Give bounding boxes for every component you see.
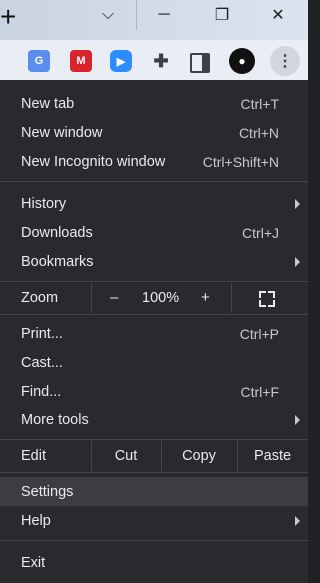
menu-item-label: New Incognito window: [21, 153, 166, 170]
menu-item-new-tab[interactable]: New tab Ctrl+T: [0, 89, 308, 118]
close-window-button[interactable]: ✕: [250, 0, 306, 30]
paste-button[interactable]: Paste: [237, 448, 308, 464]
zoom-level-value: 100%: [142, 290, 180, 306]
new-tab-plus-icon[interactable]: +: [0, 3, 16, 31]
submenu-arrow-icon: [295, 198, 300, 209]
edit-row: Edit Cut Copy Paste: [0, 441, 308, 471]
zoom-out-button[interactable]: –: [110, 289, 118, 306]
zoom-in-button[interactable]: +: [201, 289, 210, 306]
menu-item-history[interactable]: History: [0, 189, 308, 218]
menu-item-label: Downloads: [21, 224, 93, 241]
tab-search-chevron-icon[interactable]: ⌵: [80, 0, 136, 30]
mendeley-icon[interactable]: M: [70, 50, 92, 72]
profile-avatar[interactable]: ●: [229, 48, 255, 74]
edit-label: Edit: [21, 448, 46, 464]
menu-item-label: New window: [21, 124, 103, 141]
menu-item-bookmarks[interactable]: Bookmarks: [0, 247, 308, 276]
window-title-bar: + ⌵ ─ ❐ ✕: [0, 0, 308, 40]
submenu-arrow-icon: [295, 256, 300, 267]
copy-button[interactable]: Copy: [161, 448, 237, 464]
menu-item-label: Bookmarks: [21, 253, 94, 270]
menu-item-shortcut: Ctrl+T: [240, 95, 280, 112]
extensions-puzzle-icon[interactable]: ✚: [150, 50, 172, 72]
menu-item-label: Help: [21, 512, 51, 529]
menu-item-label: More tools: [21, 411, 89, 428]
menu-divider: [0, 540, 308, 541]
menu-item-print[interactable]: Print... Ctrl+P: [0, 319, 308, 348]
menu-item-new-incognito-window[interactable]: New Incognito window Ctrl+Shift+N: [0, 147, 308, 176]
menu-item-label: New tab: [21, 95, 75, 112]
menu-item-find[interactable]: Find... Ctrl+F: [0, 377, 308, 406]
more-menu-icon[interactable]: ⋮: [270, 46, 300, 76]
menu-item-shortcut: Ctrl+Shift+N: [202, 153, 279, 170]
menu-item-label: Find...: [21, 383, 62, 400]
menu-item-new-window[interactable]: New window Ctrl+N: [0, 118, 308, 147]
submenu-arrow-icon: [295, 515, 300, 526]
cut-button[interactable]: Cut: [91, 448, 161, 464]
restore-button[interactable]: ❐: [194, 0, 250, 30]
menu-divider: [0, 281, 308, 282]
menu-divider: [0, 181, 308, 182]
zoom-separator: [231, 283, 232, 313]
menu-item-label: Print...: [21, 325, 63, 342]
menu-item-label: Settings: [21, 483, 74, 500]
zoom-row: Zoom – 100% +: [0, 283, 308, 313]
fullscreen-icon[interactable]: [259, 291, 275, 307]
menu-item-label: Cast...: [21, 354, 63, 371]
menu-item-shortcut: Ctrl+F: [240, 383, 280, 400]
menu-divider: [0, 439, 308, 440]
menu-item-help[interactable]: Help: [0, 506, 308, 535]
menu-item-cast[interactable]: Cast...: [0, 348, 308, 377]
menu-item-shortcut: Ctrl+N: [238, 124, 279, 141]
zoom-extension-icon[interactable]: ▶: [110, 50, 132, 72]
menu-item-exit[interactable]: Exit: [0, 548, 308, 577]
submenu-arrow-icon: [295, 414, 300, 425]
menu-item-label: History: [21, 195, 67, 212]
menu-item-shortcut: Ctrl+J: [242, 224, 279, 241]
side-panel-icon[interactable]: [190, 53, 210, 73]
browser-toolbar: G M ▶ ✚ ● ⋮: [0, 40, 308, 80]
menu-item-downloads[interactable]: Downloads Ctrl+J: [0, 218, 308, 247]
menu-item-shortcut: Ctrl+P: [239, 325, 279, 342]
google-translate-icon[interactable]: G: [28, 50, 50, 72]
minimize-button[interactable]: ─: [136, 0, 192, 30]
menu-divider: [0, 472, 308, 473]
zoom-separator: [91, 283, 92, 313]
browser-main-menu: New tab Ctrl+T New window Ctrl+N New Inc…: [0, 80, 308, 583]
menu-item-settings[interactable]: Settings: [0, 477, 308, 506]
menu-divider: [0, 314, 308, 315]
menu-item-more-tools[interactable]: More tools: [0, 405, 308, 434]
menu-item-label: Exit: [21, 554, 46, 571]
zoom-label: Zoom: [21, 290, 59, 306]
